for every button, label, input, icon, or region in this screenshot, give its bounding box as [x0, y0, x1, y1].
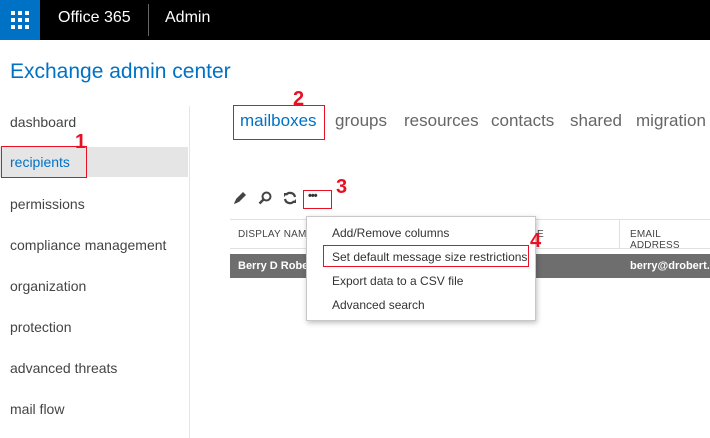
sidebar-item-protection[interactable]: protection: [0, 312, 188, 342]
column-header-email-address[interactable]: EMAIL ADDRESS: [630, 229, 710, 251]
admin-app-link[interactable]: Admin: [165, 9, 210, 27]
edit-icon[interactable]: [232, 190, 248, 206]
tab-groups[interactable]: groups: [335, 111, 387, 131]
office365-brand[interactable]: Office 365: [58, 9, 131, 27]
refresh-icon[interactable]: [282, 190, 298, 206]
annotation-box-mailboxes: [233, 105, 325, 140]
sidebar-item-dashboard[interactable]: dashboard: [0, 107, 188, 137]
top-bar: Office 365 Admin: [0, 0, 710, 40]
menu-item-advanced-search[interactable]: Advanced search: [332, 298, 425, 312]
cell-email: berry@drobert.: [630, 260, 710, 272]
column-separator: [619, 220, 620, 248]
app-launcher-button[interactable]: [0, 0, 40, 40]
annotation-number-4: 4: [530, 230, 542, 252]
annotation-number-1: 1: [75, 131, 87, 153]
menu-item-export-csv[interactable]: Export data to a CSV file: [332, 274, 463, 288]
sidebar-item-compliance-management[interactable]: compliance management: [0, 230, 188, 260]
page-title: Exchange admin center: [10, 60, 231, 83]
tab-shared[interactable]: shared: [570, 111, 622, 131]
sidebar-item-mail-flow[interactable]: mail flow: [0, 394, 188, 424]
annotation-box-more: [303, 190, 332, 209]
app-launcher-icon: [11, 11, 29, 29]
tab-resources[interactable]: resources: [404, 111, 479, 131]
column-header-display-name[interactable]: DISPLAY NAM: [238, 229, 307, 240]
annotation-number-2: 2: [293, 88, 305, 110]
sidebar-divider: [189, 106, 190, 438]
annotation-number-3: 3: [336, 176, 348, 198]
more-options-menu: Add/Remove columns Set default message s…: [306, 216, 536, 321]
search-icon[interactable]: [257, 190, 273, 206]
topbar-divider: [148, 4, 149, 36]
sidebar-item-organization[interactable]: organization: [0, 271, 188, 301]
menu-item-add-remove-columns[interactable]: Add/Remove columns: [332, 226, 449, 240]
sidebar-item-permissions[interactable]: permissions: [0, 189, 188, 219]
sidebar-item-advanced-threats[interactable]: advanced threats: [0, 353, 188, 383]
cell-display-name: Berry D Robe: [238, 260, 309, 272]
annotation-box-set-default: [323, 245, 529, 267]
tab-migration[interactable]: migration: [636, 111, 706, 131]
tab-contacts[interactable]: contacts: [491, 111, 554, 131]
